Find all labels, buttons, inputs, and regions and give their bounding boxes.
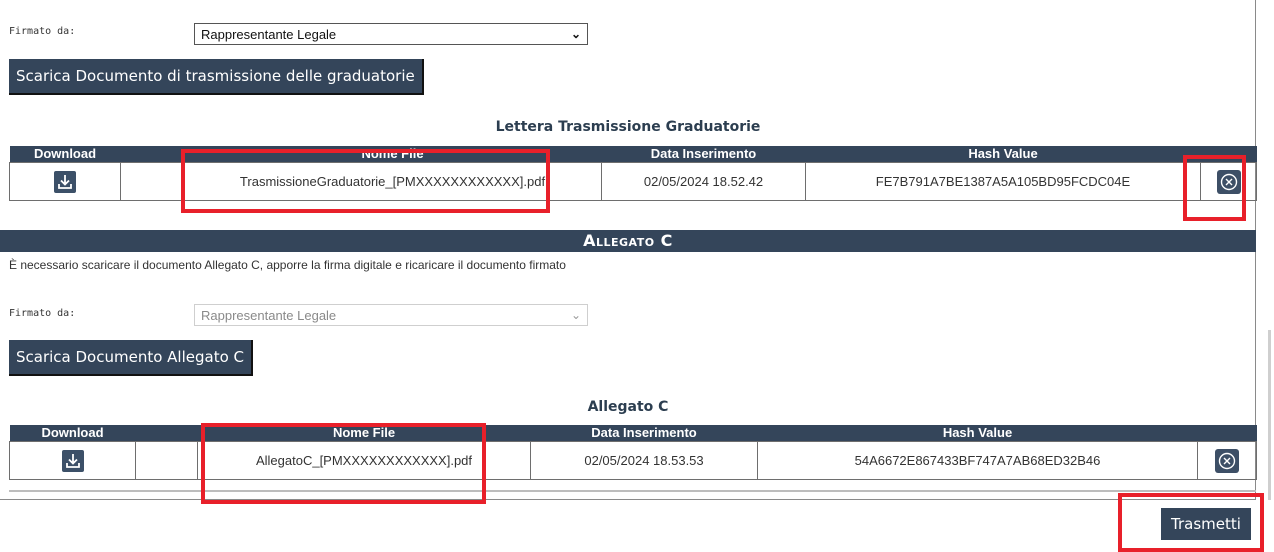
file-name-cell: TrasmissioneGraduatorie_[PMXXXXXXXXXXXX]… [183,162,602,201]
signed-by-value: Rappresentante Legale [201,26,337,42]
chevron-down-icon: ⌄ [570,308,581,322]
download-icon[interactable] [61,449,84,472]
remove-circle-x-icon[interactable] [1215,448,1239,473]
header-nome-file: Nome File [197,425,531,442]
chevron-down-icon: ⌄ [570,27,581,41]
download-icon[interactable] [54,170,76,193]
allegato-c-info: È necessario scaricare il documento Alle… [9,258,566,272]
table-row: TrasmissioneGraduatorie_[PMXXXXXXXXXXXX]… [9,162,1257,201]
table-title-allegato-c: Allegato C [587,399,669,415]
signed-by-select-2: Rappresentante Legale ⌄ [194,304,588,326]
header-data-inserimento: Data Inserimento [601,146,806,163]
file-name-cell: AllegatoC_[PMXXXXXXXXXXXX].pdf [197,441,531,480]
download-allegato-c-button[interactable]: Scarica Documento Allegato C [9,340,253,376]
hash-cell: 54A6672E867433BF747A7AB68ED32B46 [757,441,1198,480]
allegato-c-table: Download Nome File Data Inserimento Hash… [9,425,1257,480]
hash-cell: FE7B791A7BE1387A5A105BD95FCDC04E [805,162,1201,201]
scrollbar-thumb[interactable] [1268,330,1271,500]
signed-by-value-2: Rappresentante Legale [201,307,337,323]
table-header-row: Download Nome File Data Inserimento Hash… [9,425,1257,442]
table-title-lettera: Lettera Trasmissione Graduatorie [495,119,761,135]
signed-by-select[interactable]: Rappresentante Legale ⌄ [194,23,588,45]
trasmetti-button[interactable]: Trasmetti [1161,508,1251,540]
signed-by-label: Firmato da: [9,26,76,37]
header-download: Download [9,146,121,163]
date-cell: 02/05/2024 18.53.53 [530,441,758,480]
lettera-table: Download Nome File Data Inserimento Hash… [9,146,1257,201]
header-data-inserimento: Data Inserimento [530,425,758,442]
header-hash-value: Hash Value [757,425,1198,442]
remove-circle-x-icon[interactable] [1216,169,1241,194]
section-title-allegato-c: Allegato C [0,230,1256,252]
date-cell: 02/05/2024 18.52.42 [601,162,806,201]
content-panel: Firmato da: Rappresentante Legale ⌄ Scar… [0,0,1257,500]
header-nome-file: Nome File [183,146,602,163]
table-row: AllegatoC_[PMXXXXXXXXXXXX].pdf 02/05/202… [9,441,1257,480]
download-transmission-doc-button[interactable]: Scarica Documento di trasmissione delle … [9,59,424,95]
header-download: Download [9,425,136,442]
divider [9,490,1256,492]
header-hash-value: Hash Value [805,146,1201,163]
table-header-row: Download Nome File Data Inserimento Hash… [9,146,1257,163]
signed-by-label-2: Firmato da: [9,308,76,319]
